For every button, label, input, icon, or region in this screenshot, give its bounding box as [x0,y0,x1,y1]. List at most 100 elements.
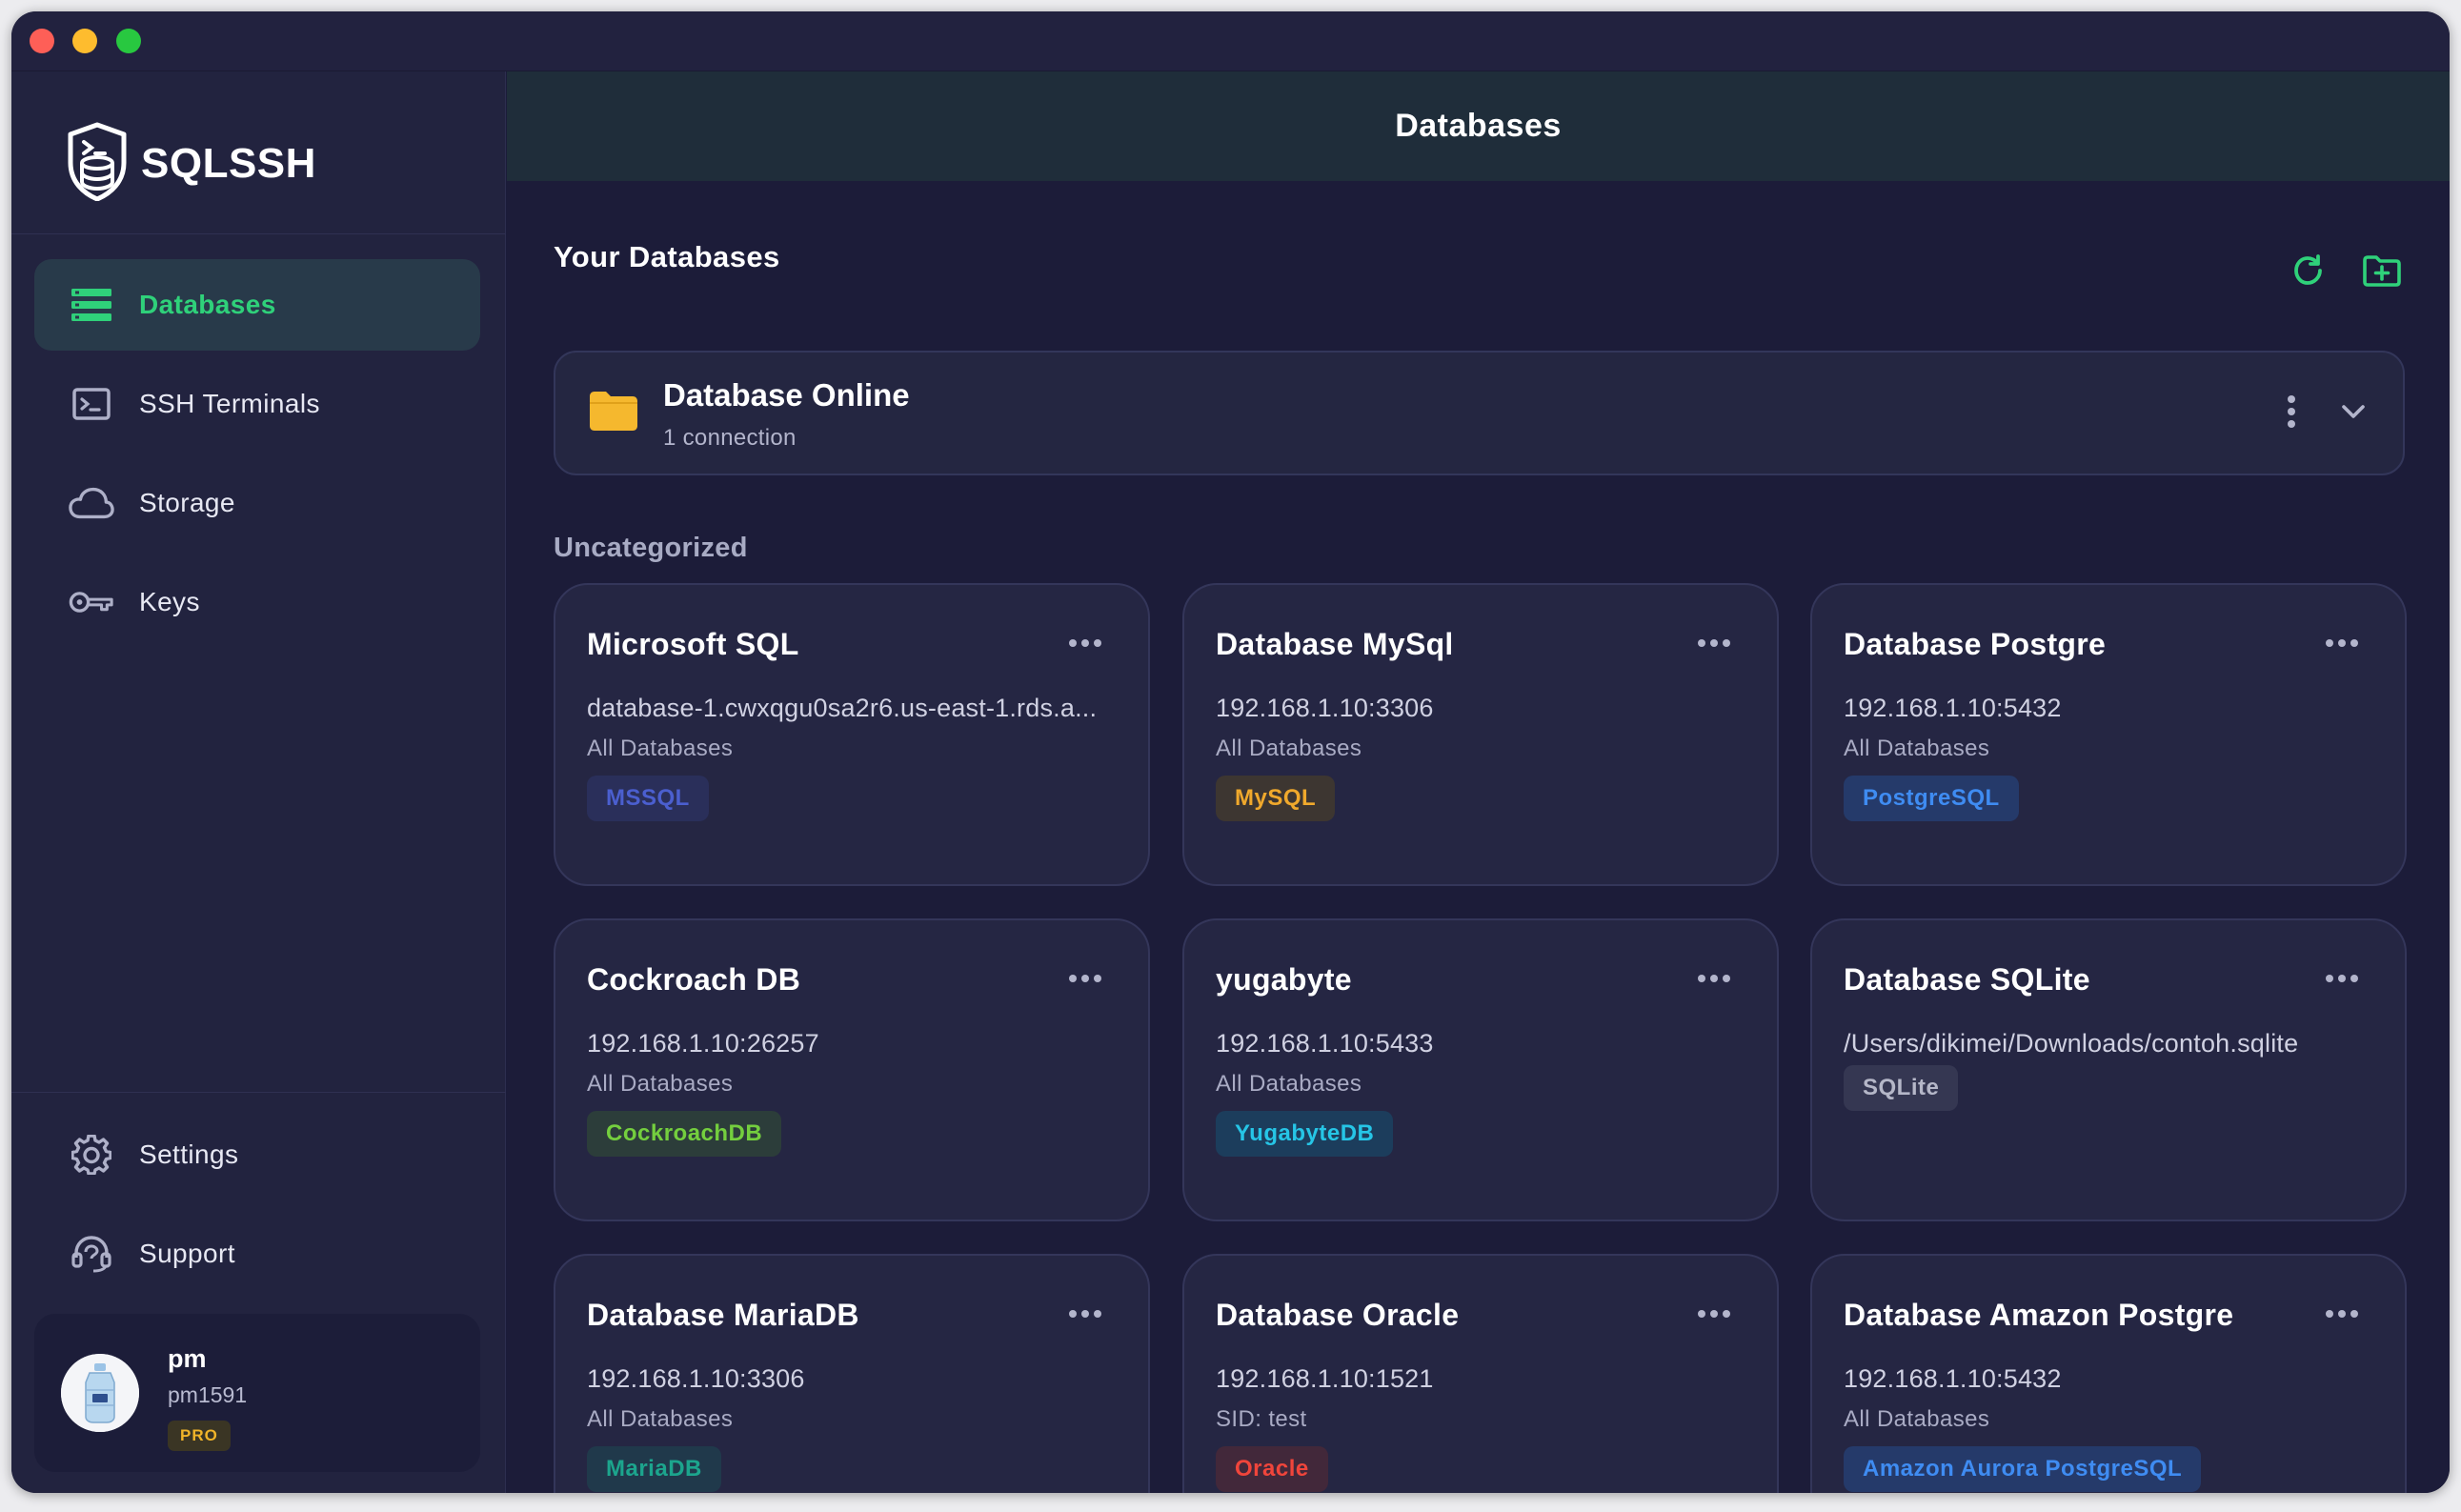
sidebar-item-label: Settings [139,1139,239,1169]
more-options-icon[interactable] [1697,1307,1731,1324]
connection-database-scope: All Databases [1844,736,1990,761]
engine-badge: Oracle [1216,1446,1328,1492]
more-options-icon[interactable] [1697,636,1731,654]
connection-name: Database SQLite [1844,962,2090,997]
page-title: Databases [1395,108,1562,144]
headset-icon [69,1231,114,1277]
connection-name: Database Amazon Postgre [1844,1298,2234,1332]
engine-badge: Amazon Aurora PostgreSQL [1844,1446,2202,1492]
connection-host: 192.168.1.10:5433 [1216,1029,1434,1058]
gear-icon [69,1132,114,1178]
engine-badge: CockroachDB [587,1111,782,1157]
folder-add-icon [2363,254,2401,292]
app-name: SQLSSH [141,139,316,187]
app-window: SQLSSH Databases SSH Terminals Storage K… [11,11,2450,1493]
plan-badge: PRO [168,1421,231,1451]
sidebar-item-databases[interactable]: Databases [34,259,480,351]
connection-host: 192.168.1.10:26257 [587,1029,819,1058]
sidebar-item-storage[interactable]: Storage [34,457,480,549]
connection-name: Database Oracle [1216,1298,1460,1332]
sidebar-divider [11,233,506,234]
app-logo: SQLSSH [61,121,316,206]
sidebar-item-label: Support [139,1239,235,1268]
more-options-icon[interactable] [2325,1307,2359,1324]
user-profile-card[interactable]: pm pm1591 PRO [34,1314,480,1472]
folder-more-options-icon[interactable] [2286,394,2297,433]
zoom-window-button[interactable] [116,29,141,53]
connection-name: Database Postgre [1844,627,2107,661]
more-options-icon[interactable] [2325,972,2359,989]
terminal-icon [69,381,114,427]
engine-badge: MariaDB [587,1446,721,1492]
more-options-icon[interactable] [1068,972,1102,989]
connection-database-scope: SID: test [1216,1406,1307,1432]
key-icon [69,579,114,625]
sidebar-item-label: Databases [139,290,276,319]
sqlssh-logo-icon [61,121,133,206]
page-header: Databases [507,71,2450,181]
connection-database-scope: All Databases [587,736,734,761]
connection-card[interactable]: yugabyte 192.168.1.10:5433 All Databases Yu… [1182,918,1779,1221]
connection-database-scope: All Databases [1216,1071,1362,1097]
engine-badge: MSSQL [587,776,709,821]
main-content: Databases Your Databases Database Online… [507,71,2450,1493]
connection-host: 192.168.1.10:5432 [1844,1364,2062,1393]
connection-host: 192.168.1.10:5432 [1844,694,2062,722]
connection-card[interactable]: Database MariaDB 192.168.1.10:3306 All Dat… [554,1254,1150,1493]
section-title: Your Databases [554,240,780,273]
connection-database-scope: All Databases [587,1406,734,1432]
new-folder-button[interactable] [2358,249,2406,296]
sidebar: SQLSSH Databases SSH Terminals Storage K… [11,71,506,1493]
more-options-icon[interactable] [1068,636,1102,654]
connection-database-scope: All Databases [1216,736,1362,761]
connection-name: Microsoft SQL [587,627,799,661]
avatar [61,1354,139,1432]
user-handle: pm1591 [168,1382,248,1407]
connection-card[interactable]: Database SQLite/Users/dikimei/Downloads/… [1810,918,2407,1221]
cloud-icon [69,480,114,526]
folder-icon [590,391,637,435]
connection-card[interactable]: Database Postgre 192.168.1.10:5432 All Dat… [1810,583,2407,886]
sidebar-item-settings[interactable]: Settings [34,1109,480,1200]
refresh-button[interactable] [2285,249,2332,296]
sidebar-item-label: SSH Terminals [139,389,320,418]
database-list-icon [69,282,114,328]
engine-badge: PostgreSQL [1844,776,2019,821]
connection-name: Database MySql [1216,627,1454,661]
connection-host: 192.168.1.10:3306 [1216,694,1434,722]
sidebar-item-support[interactable]: Support [34,1208,480,1300]
refresh-icon [2292,253,2325,292]
connection-card[interactable]: Database Oracle 192.168.1.10:1521 SID: tes… [1182,1254,1779,1493]
folder-connection-count: 1 connection [663,425,797,451]
folder-name: Database Online [663,377,910,413]
connection-host: 192.168.1.10:1521 [1216,1364,1434,1393]
connection-database-scope: All Databases [1844,1406,1990,1432]
sidebar-item-label: Storage [139,488,235,517]
group-label: Uncategorized [554,533,748,563]
connection-name: yugabyte [1216,962,1352,997]
close-window-button[interactable] [30,29,54,53]
connection-card[interactable]: Database Amazon Postgre 192.168.1.10:5432… [1810,1254,2407,1493]
engine-badge: SQLite [1844,1065,1959,1111]
more-options-icon[interactable] [2325,636,2359,654]
connection-host: database-1.cwxqgu0sa2r6.us-east-1.rds.a.… [587,694,1098,722]
connection-host: 192.168.1.10:3306 [587,1364,805,1393]
connection-card[interactable]: Database MySql 192.168.1.10:3306 All Datab… [1182,583,1779,886]
chevron-down-icon[interactable] [2339,394,2368,433]
folder-row[interactable]: Database Online 1 connection [554,351,2405,475]
connection-card[interactable]: Cockroach DB 192.168.1.10:26257 All Databa… [554,918,1150,1221]
sidebar-item-keys[interactable]: Keys [34,556,480,648]
sidebar-item-ssh-terminals[interactable]: SSH Terminals [34,358,480,450]
connection-name: Cockroach DB [587,962,801,997]
engine-badge: MySQL [1216,776,1336,821]
title-bar [11,11,2450,71]
connection-name: Database MariaDB [587,1298,859,1332]
connection-database-scope: All Databases [587,1071,734,1097]
more-options-icon[interactable] [1068,1307,1102,1324]
sidebar-item-label: Keys [139,587,200,616]
minimize-window-button[interactable] [72,29,97,53]
engine-badge: YugabyteDB [1216,1111,1394,1157]
water-jug-avatar-icon [61,1354,139,1432]
connection-card[interactable]: Microsoft SQL database-1.cwxqgu0sa2r6.us-… [554,583,1150,886]
more-options-icon[interactable] [1697,972,1731,989]
